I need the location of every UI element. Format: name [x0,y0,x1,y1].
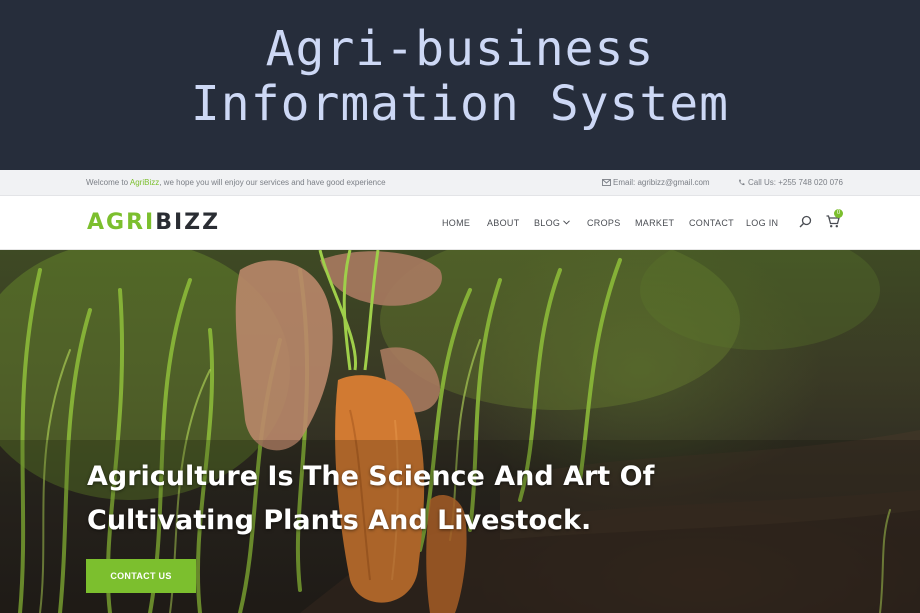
phone-icon [739,179,745,186]
hero-heading-line2: Cultivating Plants And Livestock. [87,505,592,536]
hero-heading: Agriculture Is The Science And Art Of Cu… [87,455,727,543]
logo-bizz: BIZZ [155,210,221,235]
nav-blog[interactable]: BLOG [534,218,571,228]
banner-title-line2: Information System [190,76,730,132]
search-icon[interactable] [799,215,812,228]
nav-home[interactable]: HOME [442,218,470,228]
contact-us-button[interactable]: CONTACT US [86,559,196,593]
top-info-bar: Welcome to AgriBizz, we hope you will en… [0,170,920,196]
welcome-brand-link[interactable]: AgriBizz [130,178,159,187]
hero-section: Agriculture Is The Science And Art Of Cu… [0,250,920,613]
website-frame: Welcome to AgriBizz, we hope you will en… [0,170,920,613]
logo-agri: AGRI [87,210,156,235]
email-text: Email: agribizz@gmail.com [613,178,710,187]
mail-icon [602,179,611,186]
banner-title: Agri-business Information System [0,22,920,132]
nav-crops[interactable]: CROPS [587,218,621,228]
contact-phone[interactable]: Call Us: +255 748 020 076 [737,178,843,187]
nav-about[interactable]: ABOUT [487,218,520,228]
nav-market[interactable]: MARKET [635,218,674,228]
welcome-message: Welcome to AgriBizz, we hope you will en… [86,178,386,187]
main-navbar: AGRIBIZZ HOME ABOUT BLOG CROPS MARKET CO… [0,196,920,250]
welcome-prefix: Welcome to [86,178,130,187]
nav-contact[interactable]: CONTACT [689,218,734,228]
phone-text: Call Us: +255 748 020 076 [748,178,843,187]
contact-email[interactable]: Email: agribizz@gmail.com [602,178,710,187]
site-logo[interactable]: AGRIBIZZ [87,211,220,235]
title-banner: Agri-business Information System [0,0,920,170]
banner-title-line1: Agri-business [265,21,655,77]
nav-login[interactable]: LOG IN [746,218,778,228]
chevron-down-icon [563,220,571,225]
hero-heading-line1: Agriculture Is The Science And Art Of [87,461,655,492]
cart-count-badge: 0 [834,209,843,218]
welcome-suffix: , we hope you will enjoy our services an… [159,178,386,187]
nav-blog-label: BLOG [534,218,561,228]
